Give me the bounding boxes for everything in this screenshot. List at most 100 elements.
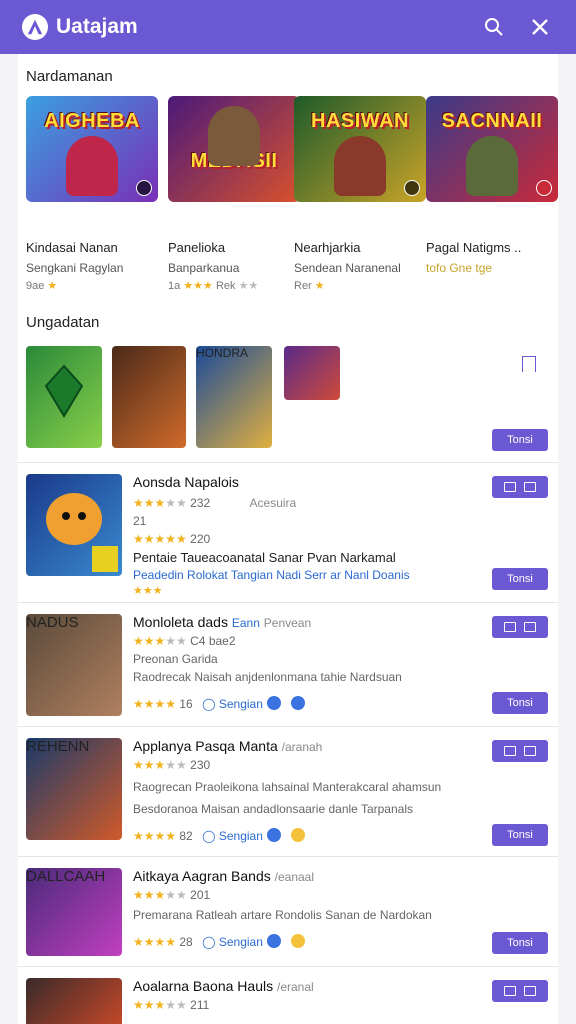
list-action-buttons[interactable]: [492, 616, 548, 638]
list-item-rating: ★★★★★ 201: [133, 888, 211, 902]
divider: [18, 726, 558, 727]
thumbnail-art-label: AIGHEBA: [44, 110, 140, 132]
list-thumbnail[interactable]: [26, 978, 122, 1024]
list-action-buttons[interactable]: [492, 980, 548, 1002]
featured-subtitle: Banparkanua: [168, 261, 240, 275]
update-thumbnail[interactable]: [26, 346, 102, 448]
featured-name: Pagal Natigms ..: [426, 240, 522, 255]
list-item[interactable]: Aonsda Napalois ★★★★★ 232 Acesuira 21 ★★…: [18, 466, 558, 597]
list-item-desc: Raogrecan Praoleikona lahsainal Manterak…: [133, 780, 442, 794]
featured-rating: Rer ★: [294, 280, 325, 292]
character-figure: [334, 136, 386, 196]
badge-icon: [536, 180, 552, 196]
list-item[interactable]: REHENN Applanya Pasqa Manta /aranah ★★★★…: [18, 730, 558, 860]
list-item[interactable]: Aoalarna Baona Hauls /eranal ★★★★★ 211: [18, 970, 558, 1024]
character-figure: [466, 136, 518, 196]
list-item[interactable]: DALLCAAH Aitkaya Aagran Bands /eanaal ★★…: [18, 860, 558, 970]
save-button[interactable]: Tonsi: [492, 932, 548, 954]
featured-subtitle: Sendean Naranenal: [294, 261, 401, 275]
featured-subtitle: tofo Gne tge: [426, 261, 493, 275]
featured-thumbnail[interactable]: AIGHEBA: [26, 96, 158, 202]
thumbnail-art-label: NADUS: [26, 614, 79, 631]
app-header: Uatajam: [0, 0, 576, 54]
bookmark-icon[interactable]: [524, 622, 536, 632]
bookmark-icon[interactable]: [524, 746, 536, 756]
featured-name: Nearhjarkia: [294, 240, 361, 255]
list-item-footer: ★★★★ 28 ◯ Sengian: [133, 934, 305, 949]
search-icon[interactable]: [480, 13, 508, 41]
list-item-desc: Raodrecak Naisah anjdenlonmana tahie Nar…: [133, 670, 402, 684]
section-featured-title: Nardamanan: [26, 68, 113, 85]
update-thumbnail[interactable]: HONDRA: [196, 346, 272, 448]
list-item-rating: ★★★★★ 230: [133, 758, 211, 772]
save-button[interactable]: Tonsi: [492, 692, 548, 714]
list-item[interactable]: NADUS Monloleta dads Eann Penvean ★★★★★ …: [18, 606, 558, 726]
list-item-footer: ★★★★ 16 ◯ Sengian: [133, 696, 305, 711]
save-button[interactable]: Tonsi: [492, 429, 548, 451]
list-thumbnail[interactable]: DALLCAAH: [26, 868, 122, 956]
list-item-subtitle: Preonan Garida: [133, 652, 218, 666]
character-figure: [66, 136, 118, 196]
thumbnail-art-label: DALLCAAH: [26, 868, 106, 885]
character-figure: [208, 106, 260, 166]
list-item-desc: Pentaie Taueacoanatal Sanar Pvan Narkama…: [133, 550, 396, 565]
divider: [18, 462, 558, 463]
featured-card[interactable]: AIGHEBA Kindasai Nanan Sengkani Ragylan …: [26, 96, 158, 292]
bookmark-icon[interactable]: [524, 482, 536, 492]
list-item-desc-2: Peadedin Rolokat Tangian Nadi Serr ar Na…: [133, 568, 410, 582]
doc-icon[interactable]: [504, 622, 516, 632]
save-button[interactable]: Tonsi: [492, 568, 548, 590]
thumbnail-art-label: HONDRA: [196, 346, 249, 360]
divider: [18, 602, 558, 603]
doc-icon[interactable]: [504, 482, 516, 492]
list-item-stars: ★★★: [133, 585, 163, 597]
featured-thumbnail[interactable]: MEDASII: [168, 96, 300, 202]
list-item-desc-2: Besdoranoa Maisan andadlonsaarie danle T…: [133, 802, 413, 816]
featured-thumbnail[interactable]: SACNNAII: [426, 96, 558, 202]
list-thumbnail[interactable]: REHENN: [26, 738, 122, 840]
list-item-rating-2: ★★★★★ 220: [133, 532, 211, 546]
featured-card[interactable]: HASIWAN Nearhjarkia Sendean Naranenal Re…: [294, 96, 426, 292]
update-thumbnail[interactable]: [112, 346, 186, 448]
section-updates-title: Ungadatan: [26, 314, 100, 331]
list-action-buttons[interactable]: [492, 740, 548, 762]
list-item-title: Aonsda Napalois: [133, 474, 239, 490]
app-logo-icon: [22, 14, 48, 40]
thumbnail-art-label: SACNNAII: [441, 110, 543, 132]
featured-rating: 9ae ★: [26, 280, 58, 292]
thumbnail-art-label: REHENN: [26, 738, 90, 755]
list-item-title: Applanya Pasqa Manta /aranah: [133, 738, 323, 754]
close-icon[interactable]: [526, 13, 554, 41]
list-thumbnail[interactable]: NADUS: [26, 614, 122, 716]
list-item-count: 21: [133, 514, 147, 528]
list-item-rating: ★★★★★ C4 bae2: [133, 634, 236, 648]
badge-icon: [404, 180, 420, 196]
list-item-rating: ★★★★★ 211: [133, 998, 210, 1012]
doc-icon[interactable]: [504, 746, 516, 756]
list-item-title: Aitkaya Aagran Bands /eanaal: [133, 868, 315, 884]
update-thumbnail[interactable]: [284, 346, 340, 400]
list-item-rating: ★★★★★ 232 Acesuira: [133, 496, 297, 510]
featured-rating: 1a ★★★ Rek ★★: [168, 280, 259, 292]
bookmark-icon[interactable]: [522, 356, 536, 372]
divider: [18, 856, 558, 857]
featured-thumbnail[interactable]: HASIWAN: [294, 96, 426, 202]
doc-icon[interactable]: [504, 986, 516, 996]
list-item-title: Aoalarna Baona Hauls /eranal: [133, 978, 314, 994]
featured-card[interactable]: MEDASII Panelioka Banparkanua 1a ★★★ Rek…: [168, 96, 300, 292]
badge-icon: [136, 180, 152, 196]
featured-name: Panelioka: [168, 240, 226, 255]
list-action-buttons[interactable]: [492, 476, 548, 498]
list-item-title: Monloleta dads Eann Penvean: [133, 614, 312, 630]
list-item-desc: Premarana Ratleah artare Rondolis Sanan …: [133, 908, 432, 922]
divider: [18, 966, 558, 967]
save-button[interactable]: Tonsi: [492, 824, 548, 846]
thumbnail-art-label: HASIWAN: [311, 110, 409, 132]
bookmark-icon[interactable]: [524, 986, 536, 996]
featured-subtitle: Sengkani Ragylan: [26, 261, 124, 275]
featured-card[interactable]: SACNNAII Pagal Natigms .. tofo Gne tge: [426, 96, 558, 275]
main-content: Nardamanan AIGHEBA Kindasai Nanan Sengka…: [18, 54, 558, 1024]
list-item-footer: ★★★★ 82 ◯ Sengian: [133, 828, 305, 843]
featured-name: Kindasai Nanan: [26, 240, 118, 255]
list-thumbnail[interactable]: [26, 474, 122, 576]
